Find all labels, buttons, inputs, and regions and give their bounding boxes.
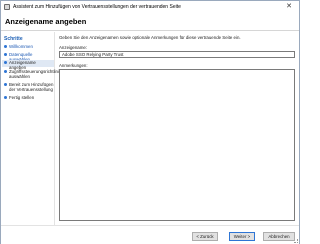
page-title: Anzeigename angeben [5,17,87,26]
step-label: Fertig stellen [9,95,35,100]
steps-sidebar: Schritte Willkommen Datenquelle auswähle… [1,32,62,225]
step-bullet-icon [4,70,7,73]
step-bullet-icon [4,83,7,86]
close-icon[interactable]: ✕ [282,2,296,12]
step-label: Zugriffssteuerungsrichtlinie auswählen [9,69,62,79]
next-button[interactable]: Weiter > [229,232,255,241]
app-icon [4,4,10,10]
step-bereit: Bereit zum Hinzufügen der Vertrauensstel… [2,82,54,93]
step-datenquelle[interactable]: Datenquelle auswählen [2,52,54,62]
step-zugriffssteuerung: Zugriffssteuerungsrichtlinie auswählen [2,69,62,80]
step-bullet-icon [4,45,7,48]
step-bullet-icon [4,61,7,64]
notes-label: Anmerkungen: [59,63,88,68]
notes-textarea[interactable] [59,69,295,221]
cancel-button[interactable]: Abbrechen [263,232,295,241]
steps-heading: Schritte [4,36,23,42]
button-bar: < Zurück Weiter > Abbrechen [1,225,299,244]
step-fertig: Fertig stellen [2,95,54,101]
display-name-label: Anzeigename: [59,45,88,50]
step-anzeigename[interactable]: Anzeigename angeben [2,60,54,70]
intro-text: Geben Sie den Anzeigenamen sowie optiona… [59,35,241,40]
step-label: Willkommen [9,44,33,49]
step-bullet-icon [4,53,7,56]
back-button[interactable]: < Zurück [192,232,218,241]
title-bar[interactable]: Assistent zum Hinzufügen von Vertrauenss… [1,1,299,13]
main-panel: Geben Sie den Anzeigenamen sowie optiona… [57,32,297,225]
wizard-window: Assistent zum Hinzufügen von Vertrauenss… [0,0,300,244]
page-header: Anzeigename angeben [1,13,299,31]
step-bullet-icon [4,96,7,99]
step-label: Bereit zum Hinzufügen der Vertrauensstel… [9,82,54,92]
resize-grip-icon[interactable] [294,239,298,243]
window-title: Assistent zum Hinzufügen von Vertrauenss… [13,4,181,10]
display-name-input[interactable]: Adobe SSO Relying Party Trust [59,51,295,58]
step-willkommen[interactable]: Willkommen [2,44,54,50]
